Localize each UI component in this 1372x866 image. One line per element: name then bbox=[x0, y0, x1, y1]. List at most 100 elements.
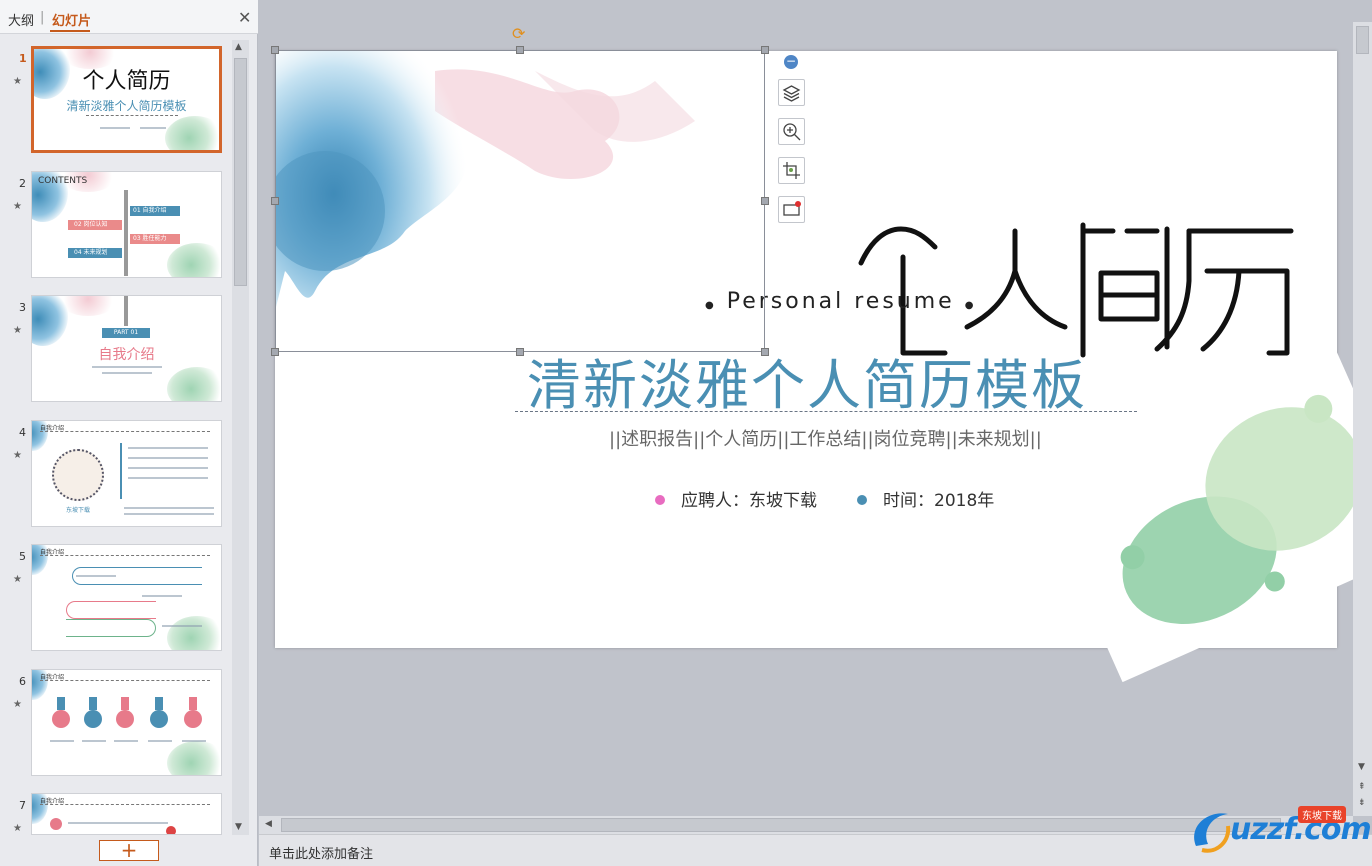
resize-handle[interactable] bbox=[271, 197, 279, 205]
vertical-scroll-thumb[interactable] bbox=[1356, 26, 1369, 54]
medal-icon bbox=[52, 710, 70, 728]
thumb-subtitle: 清新淡雅个人简历模板 bbox=[66, 99, 187, 113]
animation-star-icon: ★ bbox=[13, 325, 22, 336]
thumb-divider bbox=[40, 431, 210, 432]
ink-splash bbox=[167, 243, 221, 277]
zoom-in-icon[interactable] bbox=[778, 118, 805, 145]
resize-handle[interactable] bbox=[271, 348, 279, 356]
slide-tagline[interactable]: ||述职报告||个人简历||工作总结||岗位竞聘||未来规划|| bbox=[609, 425, 1042, 451]
medal-icon bbox=[84, 710, 102, 728]
layers-icon[interactable] bbox=[778, 79, 805, 106]
timeline-curve bbox=[66, 619, 156, 637]
slide-main-title[interactable]: 清新淡雅个人简历模板 bbox=[527, 341, 1147, 420]
resize-handle[interactable] bbox=[761, 46, 769, 54]
medal-icon bbox=[150, 710, 168, 728]
bullet-icon bbox=[166, 826, 176, 834]
notes-placeholder[interactable]: 单击此处添加备注 bbox=[269, 843, 373, 862]
resize-handle[interactable] bbox=[761, 197, 769, 205]
time-line[interactable]: 时间：2018年 bbox=[857, 486, 994, 511]
thumb-text-line bbox=[92, 366, 162, 368]
logo-swoosh-icon bbox=[1194, 813, 1231, 853]
collapse-toolbar-icon[interactable]: − bbox=[784, 55, 798, 69]
part-badge: PART 01 bbox=[102, 328, 150, 338]
time-text: 时间：2018年 bbox=[883, 491, 995, 511]
panel-scroll-thumb[interactable] bbox=[234, 58, 247, 286]
watermark-logo: uzzf.com 东坡下载 bbox=[1188, 802, 1372, 858]
add-slide-button[interactable]: + bbox=[99, 840, 159, 861]
slide-canvas-area: ● Personal resume ● 清新淡雅个人简历模板 ||述职报告||个… bbox=[259, 0, 1353, 816]
medal-ribbon bbox=[155, 697, 163, 710]
medal-ribbon bbox=[121, 697, 129, 710]
slide-number: 6 bbox=[19, 675, 26, 688]
thumb-text-line bbox=[124, 507, 214, 509]
thumb-text-line bbox=[142, 595, 182, 597]
thumb-divider bbox=[86, 115, 178, 116]
resize-handle[interactable] bbox=[761, 348, 769, 356]
screen-record-icon[interactable] bbox=[778, 196, 805, 223]
crop-icon[interactable] bbox=[778, 157, 805, 184]
thumb-item: 02 岗位认知 bbox=[68, 220, 122, 230]
applicant-text: 应聘人：东坡下载 bbox=[681, 491, 817, 511]
selection-box[interactable] bbox=[275, 50, 765, 352]
thumb-text-line bbox=[76, 575, 116, 577]
resize-handle[interactable] bbox=[271, 46, 279, 54]
slide-number: 2 bbox=[19, 177, 26, 190]
watermark-badge: 东坡下载 bbox=[1298, 806, 1346, 823]
medal-icon bbox=[116, 710, 134, 728]
prev-slide-icon[interactable]: ⇞ bbox=[1358, 782, 1366, 792]
thumb-text-line bbox=[50, 740, 74, 742]
animation-star-icon: ★ bbox=[13, 823, 22, 834]
thumb-text-line bbox=[102, 372, 152, 374]
tab-separator: | bbox=[40, 10, 45, 25]
medal-icon bbox=[184, 710, 202, 728]
thumb-divider bbox=[40, 555, 210, 556]
thumb-text-line bbox=[128, 477, 208, 479]
thumb-text-line bbox=[68, 822, 168, 824]
slide-thumbnail-3[interactable]: PART 01 自我介绍 bbox=[31, 295, 222, 402]
slides-panel: 大纲 | 幻灯片 ✕ 1 ★ 个人简历 清新淡雅个人简历模板 2 ★ CONTE… bbox=[0, 0, 258, 866]
scroll-down-icon[interactable]: ▼ bbox=[1358, 762, 1365, 772]
tab-underline bbox=[50, 30, 90, 32]
thumb-divider bbox=[40, 680, 210, 681]
vertical-scrollbar[interactable]: ▼ ⇞ ⇟ bbox=[1353, 22, 1372, 816]
ink-splash bbox=[167, 741, 221, 775]
slide-number: 5 bbox=[19, 550, 26, 563]
tab-slides[interactable]: 幻灯片 bbox=[52, 10, 91, 29]
pencil-graphic bbox=[124, 296, 128, 326]
slide-number: 3 bbox=[19, 301, 26, 314]
thumb-text-line bbox=[140, 127, 166, 129]
slide-thumbnail-2[interactable]: CONTENTS 01 自我介绍 02 岗位认知 03 胜任能力 04 未来规划 bbox=[31, 171, 222, 278]
animation-star-icon: ★ bbox=[13, 450, 22, 461]
resize-handle[interactable] bbox=[516, 348, 524, 356]
thumb-item: 01 自我介绍 bbox=[130, 206, 180, 216]
slide-thumbnail-7[interactable]: 自我介绍 bbox=[31, 793, 222, 835]
thumb-text-line bbox=[114, 740, 138, 742]
scroll-down-icon[interactable]: ▼ bbox=[235, 822, 242, 832]
thumb-divider bbox=[40, 804, 210, 805]
thumb-title: 自我介绍 bbox=[98, 347, 155, 363]
slide-number: 1 bbox=[19, 52, 27, 65]
panel-tabs: 大纲 | 幻灯片 ✕ bbox=[0, 0, 258, 34]
slide-thumbnail-4[interactable]: 自我介绍 东坡下载 bbox=[31, 420, 222, 527]
ink-splash bbox=[167, 616, 221, 650]
slide-thumbnail-6[interactable]: 自我介绍 bbox=[31, 669, 222, 776]
ink-splash bbox=[167, 367, 221, 401]
thumb-item: 03 胜任能力 bbox=[130, 234, 180, 244]
thumb-text-line bbox=[128, 467, 208, 469]
scroll-left-icon[interactable]: ◀ bbox=[265, 819, 272, 829]
scroll-up-icon[interactable]: ▲ bbox=[235, 42, 242, 52]
horizontal-scroll-thumb[interactable] bbox=[281, 818, 1281, 832]
applicant-line[interactable]: 应聘人：东坡下载 bbox=[655, 486, 817, 511]
bullet-icon bbox=[50, 818, 62, 830]
slide-number: 4 bbox=[19, 426, 26, 439]
panel-scrollbar[interactable]: ▲ ▼ bbox=[232, 40, 249, 835]
animation-star-icon: ★ bbox=[13, 201, 22, 212]
rotate-icon[interactable]: ⟳ bbox=[512, 24, 525, 43]
resize-handle[interactable] bbox=[516, 46, 524, 54]
close-icon[interactable]: ✕ bbox=[238, 8, 251, 27]
thumb-title: CONTENTS bbox=[38, 176, 88, 186]
slide-thumbnail-1[interactable]: 个人简历 清新淡雅个人简历模板 bbox=[31, 46, 222, 153]
slide-thumbnail-5[interactable]: 自我介绍 bbox=[31, 544, 222, 651]
tab-outline[interactable]: 大纲 bbox=[8, 10, 34, 29]
thumb-item: 04 未来规划 bbox=[68, 248, 122, 258]
